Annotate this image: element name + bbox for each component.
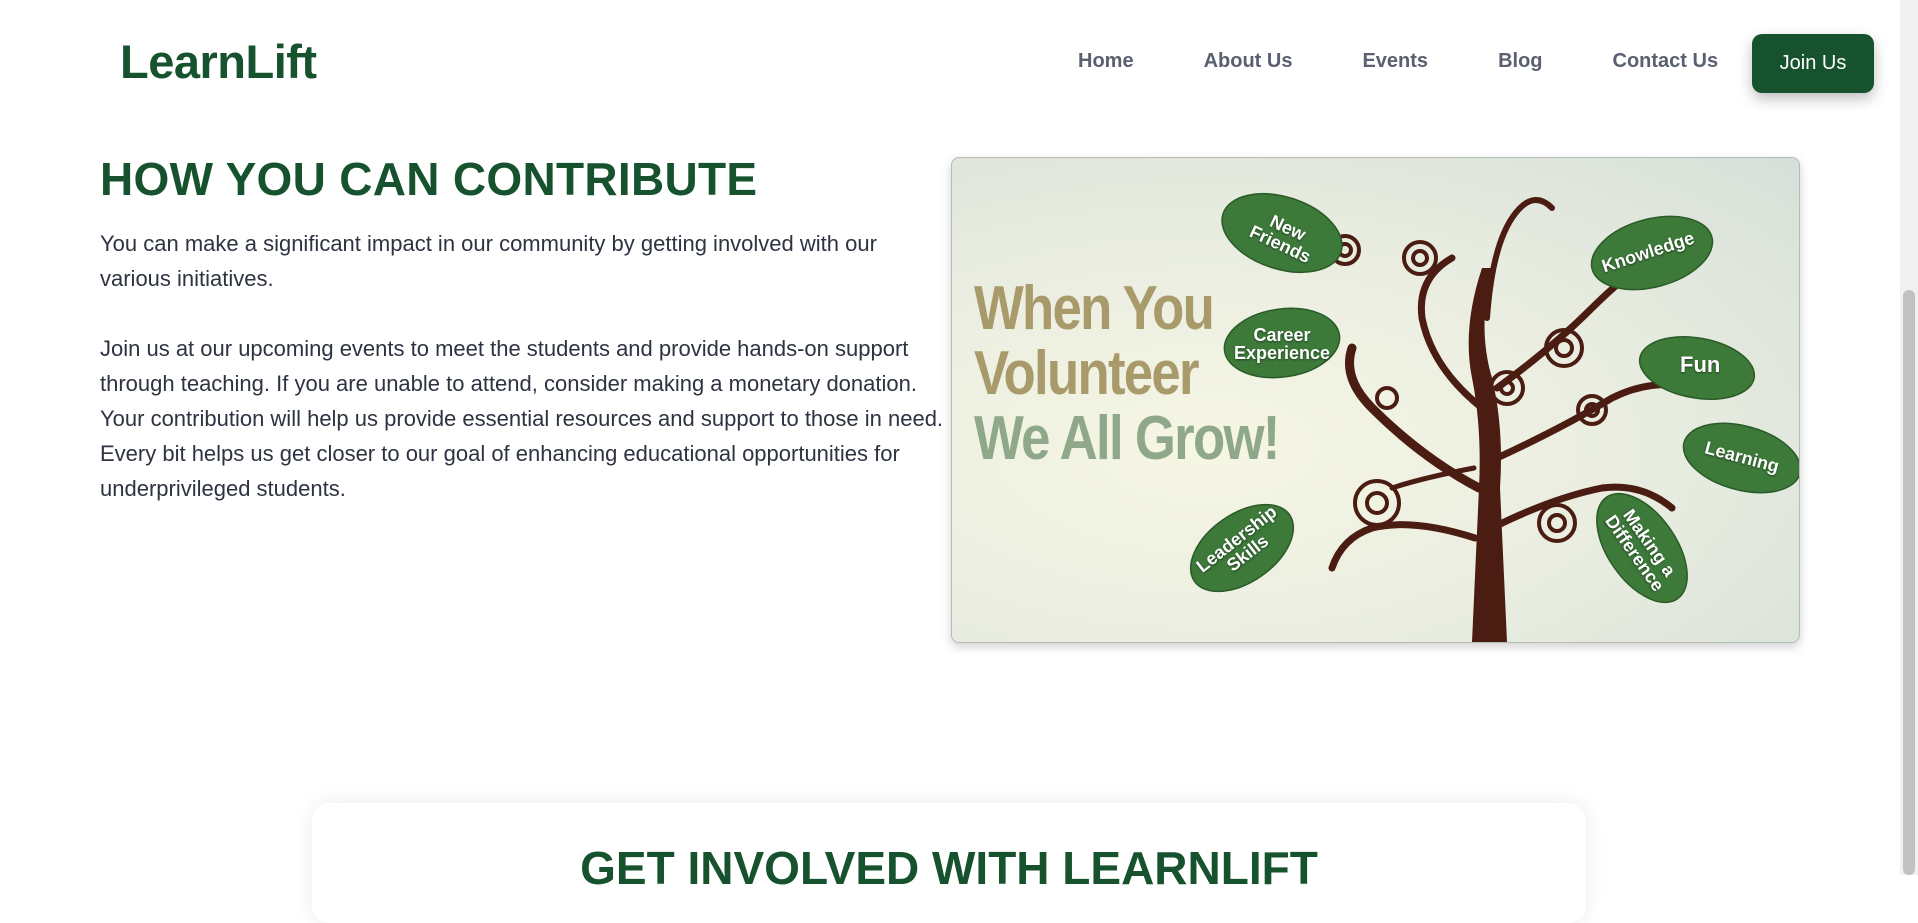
tagline-line-3: We All Grow!: [974, 404, 1280, 473]
volunteer-tree-image: When You Volunteer We All Grow! New Frie…: [951, 157, 1800, 643]
scrollbar-thumb[interactable]: [1903, 290, 1915, 875]
nav-events[interactable]: Events: [1362, 50, 1428, 73]
site-header: LearnLift Home About Us Events Blog Cont…: [0, 0, 1900, 120]
page-scrollbar[interactable]: [1900, 0, 1918, 875]
contribute-details: Join us at our upcoming events to meet t…: [100, 336, 944, 501]
join-us-button[interactable]: Join Us: [1752, 34, 1874, 93]
leaf-career-experience: Career Experience: [1233, 325, 1331, 363]
nav-about-us[interactable]: About Us: [1204, 50, 1293, 73]
nav-home[interactable]: Home: [1078, 50, 1134, 73]
get-involved-title: GET INVOLVED WITH LEARNLIFT: [580, 842, 1318, 894]
nav-contact-us[interactable]: Contact Us: [1613, 50, 1719, 73]
tagline-line-1: When You: [974, 274, 1215, 343]
nav-blog[interactable]: Blog: [1498, 50, 1542, 73]
get-involved-card: GET INVOLVED WITH LEARNLIFT: [312, 803, 1586, 923]
contribute-title: HOW YOU CAN CONTRIBUTE: [100, 153, 758, 205]
site-logo[interactable]: LearnLift: [120, 34, 317, 89]
main-nav: Home About Us Events Blog Contact Us: [1078, 50, 1718, 73]
leaf-fun: Fun: [1680, 352, 1721, 377]
tagline-line-2: Volunteer: [974, 339, 1200, 408]
contribute-intro: You can make a significant impact in our…: [100, 231, 877, 291]
